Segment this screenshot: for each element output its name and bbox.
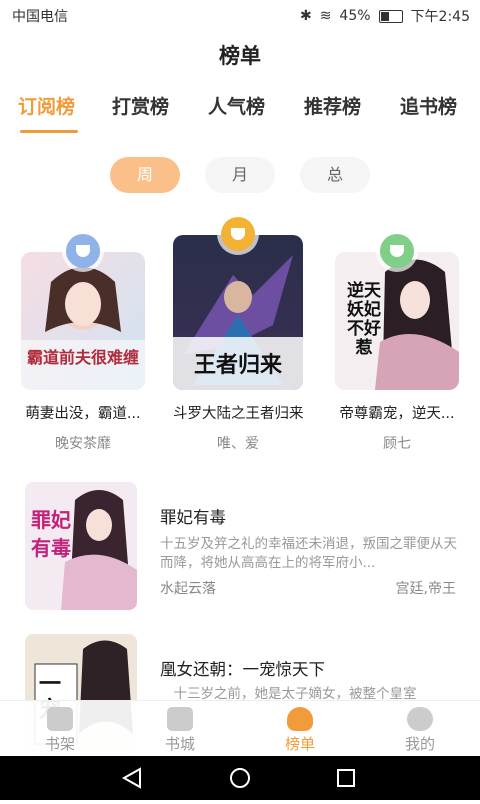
cover-art <box>21 252 145 390</box>
nav-bookshelf[interactable]: 书架 <box>20 703 100 754</box>
top-book-1[interactable]: 王者归来 斗罗大陆之王者归来 唯、爱 <box>173 217 303 453</box>
store-icon <box>167 707 193 731</box>
rank-badge <box>380 234 414 268</box>
period-month[interactable]: 月 <box>205 157 275 193</box>
nav-label: 书城 <box>164 735 195 753</box>
book-title: 罪妃有毒 <box>160 508 226 527</box>
book-author: 顾七 <box>383 436 411 452</box>
ranking-tabs: 订阅榜 打赏榜 人气榜 推荐榜 追书榜 <box>0 92 480 133</box>
book-cover[interactable]: 王者归来 <box>173 235 303 390</box>
tab-recommend[interactable]: 推荐榜 <box>304 92 361 119</box>
status-bar: 中国电信 ✱ ≋ 45% 下午2:45 <box>0 0 480 30</box>
period-total[interactable]: 总 <box>300 157 370 193</box>
top-book-2[interactable]: 霸道前夫很难缠 萌妻出没，霸道... 晚安茶靡 <box>18 234 148 453</box>
trophy-icon <box>390 245 404 257</box>
tab-popular[interactable]: 人气榜 <box>208 92 265 119</box>
book-author: 晚安茶靡 <box>55 436 111 452</box>
cover-title: 王者归来 <box>193 353 282 378</box>
period-selector: 周 月 总 <box>0 157 480 195</box>
rank-badge <box>66 234 100 268</box>
nav-ranking[interactable]: 榜单 <box>260 703 340 754</box>
list-item[interactable]: 罪妃有毒 罪妃有毒 十五岁及笄之礼的幸福还未消退，叛国之罪便从天而降，将她从高高… <box>0 478 480 618</box>
clock: 下午2:45 <box>410 9 470 25</box>
nav-bookstore[interactable]: 书城 <box>140 703 220 754</box>
tab-subscribe[interactable]: 订阅榜 <box>18 92 75 119</box>
tab-follow[interactable]: 追书榜 <box>400 92 457 119</box>
cover-title: 逆天妖妃不好惹 <box>347 281 381 358</box>
book-description: 十五岁及笄之礼的幸福还未消退，叛国之罪便从天而降，将她从高高在上的将军府小... <box>160 536 457 571</box>
cover-title: 罪妃有毒 <box>31 508 71 560</box>
active-tab-indicator <box>20 130 78 133</box>
bottom-navigation: 书架 书城 榜单 我的 <box>0 700 480 757</box>
list-item[interactable]: 一宠 凰女还朝：一宠惊天下 十三岁之前，她是太子嫡女，被整个皇室 <box>0 630 480 754</box>
nav-label: 我的 <box>404 735 435 753</box>
bookshelf-icon <box>47 707 73 731</box>
book-title: 斗罗大陆之王者归来 <box>173 406 303 422</box>
system-nav-icons <box>121 767 355 789</box>
page-title: 榜单 <box>219 44 261 68</box>
trophy-icon <box>76 245 90 257</box>
top-book-3[interactable]: 逆天妖妃不好惹 帝尊霸宠，逆天... 顾七 <box>332 234 462 453</box>
wifi-icon: ≋ <box>319 8 332 24</box>
period-week[interactable]: 周 <box>110 157 180 193</box>
trophy-icon <box>231 228 245 240</box>
book-cover[interactable]: 罪妃有毒 <box>25 482 137 610</box>
book-cover[interactable]: 逆天妖妃不好惹 <box>335 252 459 390</box>
book-title: 萌妻出没，霸道... <box>25 406 141 422</box>
book-tags: 宫廷,帝王 <box>395 581 456 597</box>
nav-label: 榜单 <box>284 735 315 753</box>
system-navigation-bar <box>0 756 480 800</box>
home-icon[interactable] <box>230 768 250 788</box>
tab-reward[interactable]: 打赏榜 <box>112 92 169 119</box>
nav-label: 书架 <box>44 735 75 753</box>
book-title: 帝尊霸宠，逆天... <box>339 406 455 422</box>
book-author: 唯、爱 <box>217 436 259 452</box>
back-icon[interactable] <box>121 767 141 789</box>
recents-icon[interactable] <box>337 769 355 787</box>
cover-title: 霸道前夫很难缠 <box>27 348 140 367</box>
bluetooth-icon: ✱ <box>299 8 312 24</box>
carrier-label: 中国电信 <box>12 9 68 25</box>
nav-mine[interactable]: 我的 <box>380 703 460 754</box>
book-title: 凰女还朝：一宠惊天下 <box>160 660 325 679</box>
status-icons: ✱ ≋ 45% 下午2:45 <box>300 6 470 26</box>
book-author: 水起云落 <box>160 581 216 597</box>
battery-icon <box>378 9 403 23</box>
book-cover[interactable]: 霸道前夫很难缠 <box>21 252 145 390</box>
battery-percent: 45% <box>339 8 371 24</box>
profile-icon <box>407 707 433 731</box>
rank-badge <box>221 217 255 251</box>
trophy-icon <box>287 707 313 731</box>
